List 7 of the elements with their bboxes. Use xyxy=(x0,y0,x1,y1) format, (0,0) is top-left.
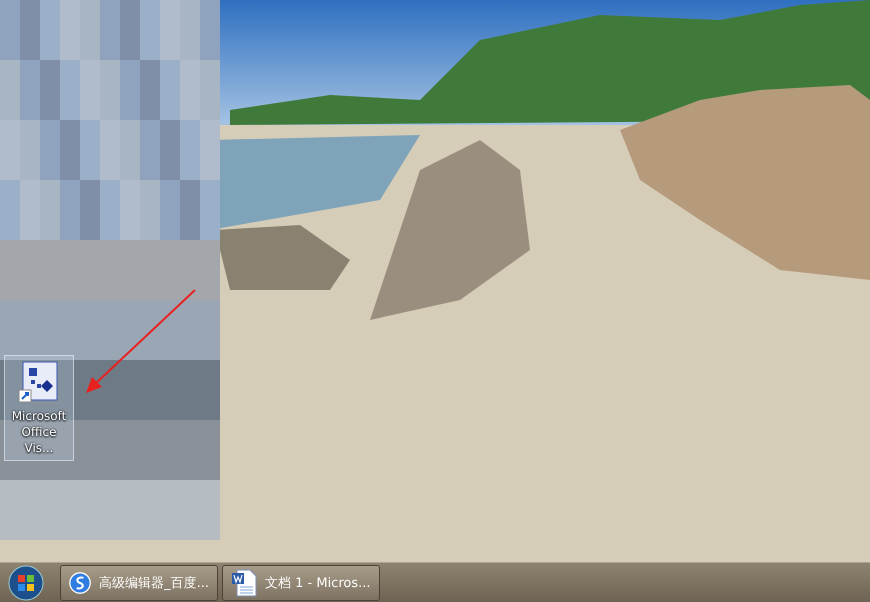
word-document-icon xyxy=(231,568,257,596)
shortcut-label: Microsoft Office Vis... xyxy=(10,408,68,456)
taskbar-button[interactable]: 文档 1 - Micros... xyxy=(222,564,380,600)
windows-logo-icon xyxy=(8,564,44,600)
desktop-shortcut[interactable]: Microsoft Office Vis... xyxy=(4,355,74,461)
browser-logo-icon xyxy=(69,570,92,596)
taskbar-button[interactable]: 高级编辑器_百度... xyxy=(60,564,218,600)
